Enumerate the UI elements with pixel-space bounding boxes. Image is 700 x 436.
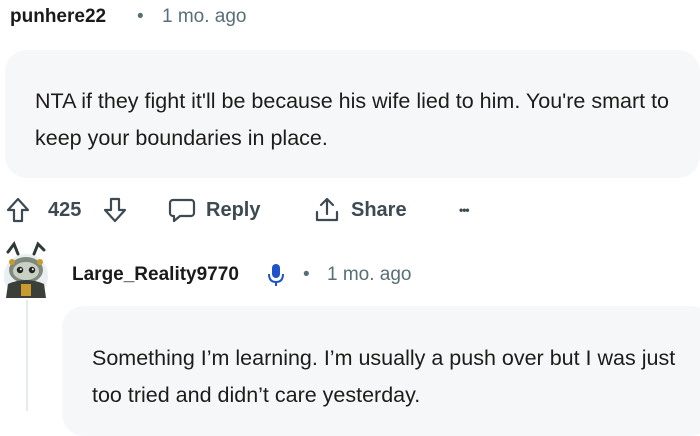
vote-score: 425 (48, 198, 82, 221)
upvote-icon[interactable] (5, 188, 31, 232)
share-button[interactable]: Share (313, 188, 407, 232)
microphone-icon (266, 262, 286, 293)
more-options-icon[interactable]: ••• (459, 188, 470, 232)
avatar[interactable] (0, 240, 52, 302)
comment-author[interactable]: punhere22 (10, 6, 106, 28)
reply-label: Reply (206, 198, 261, 221)
reply-icon (168, 197, 196, 223)
thread-line (26, 300, 28, 411)
share-icon (313, 196, 341, 224)
comment-timestamp[interactable]: 1 mo. ago (162, 6, 247, 28)
meta-separator: • (303, 264, 310, 285)
comment-text: Something I’m learning. I’m usually a pu… (92, 346, 676, 407)
comment-body: Something I’m learning. I’m usually a pu… (62, 306, 700, 436)
meta-separator: • (137, 6, 144, 27)
share-label: Share (351, 198, 407, 221)
comment-actions: 425 Reply Share ••• (0, 188, 700, 232)
comment-author[interactable]: Large_Reality9770 (72, 264, 239, 286)
comment-body: NTA if they fight it'll be because his w… (5, 50, 700, 178)
comment-text: NTA if they fight it'll be because his w… (35, 89, 670, 150)
snoo-avatar-icon (4, 240, 48, 298)
reply-button[interactable]: Reply (168, 188, 260, 232)
downvote-icon[interactable] (102, 188, 128, 232)
comment-timestamp[interactable]: 1 mo. ago (327, 264, 412, 286)
